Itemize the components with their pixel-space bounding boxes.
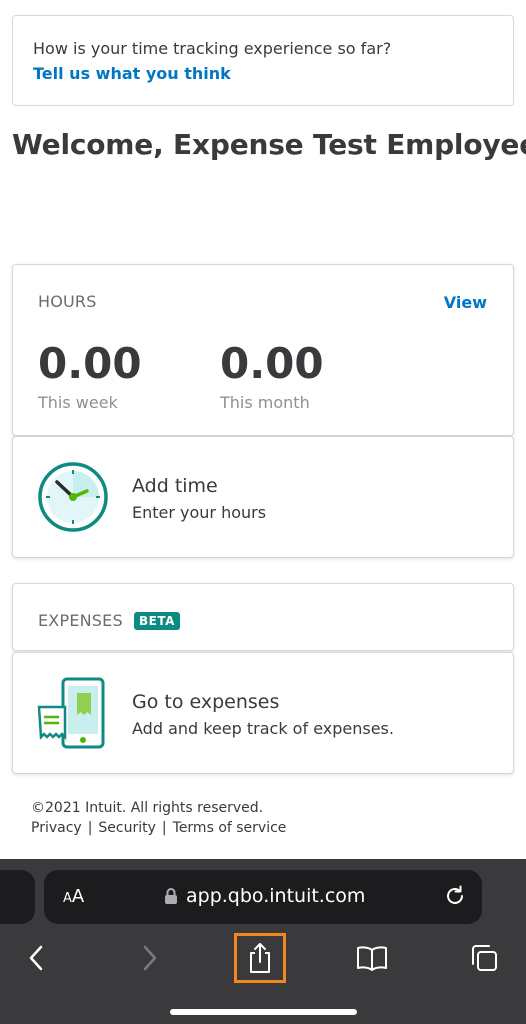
- beta-badge: BETA: [134, 612, 180, 630]
- share-icon: [250, 943, 270, 973]
- book-icon: [357, 946, 387, 971]
- lock-icon: [165, 888, 177, 904]
- go-to-expenses-card[interactable]: Go to expenses Add and keep track of exp…: [12, 652, 514, 774]
- expenses-title: Go to expenses: [132, 691, 280, 713]
- footer-links: Privacy | Security | Terms of service: [31, 818, 286, 838]
- feedback-question: How is your time tracking experience so …: [33, 39, 392, 58]
- week-hours-value: 0.00: [38, 339, 142, 388]
- home-indicator: [170, 1009, 357, 1015]
- expenses-subtitle: Add and keep track of expenses.: [132, 719, 394, 738]
- tabs-button[interactable]: [464, 933, 504, 983]
- browser-toolbar: AA app.qbo.intuit.com: [0, 859, 526, 1024]
- terms-link[interactable]: Terms of service: [173, 820, 287, 836]
- address-bar[interactable]: AA app.qbo.intuit.com: [44, 870, 482, 924]
- tabs-icon: [472, 945, 497, 971]
- footer: ©2021 Intuit. All rights reserved. Priva…: [31, 798, 286, 838]
- page-title: Welcome, Expense Test Employee: [12, 128, 526, 161]
- reload-icon[interactable]: [443, 884, 467, 908]
- add-time-card[interactable]: Add time Enter your hours: [12, 436, 514, 558]
- clock-icon: [38, 462, 108, 532]
- chevron-right-icon: [143, 945, 157, 971]
- security-link[interactable]: Security: [98, 820, 156, 836]
- month-hours-stat: 0.00 This month: [220, 339, 324, 412]
- feedback-link[interactable]: Tell us what you think: [33, 63, 231, 85]
- copyright-text: ©2021 Intuit. All rights reserved.: [31, 800, 264, 816]
- month-hours-value: 0.00: [220, 339, 324, 388]
- aa-small: A: [63, 891, 72, 906]
- week-hours-stat: 0.00 This week: [38, 339, 142, 412]
- receipt-phone-icon: [37, 677, 105, 749]
- hours-card: HOURS View 0.00 This week 0.00 This mont…: [12, 264, 514, 436]
- forward-button[interactable]: [132, 933, 168, 983]
- chevron-left-icon: [29, 945, 43, 971]
- privacy-link[interactable]: Privacy: [31, 820, 82, 836]
- back-button[interactable]: [18, 933, 54, 983]
- week-hours-caption: This week: [38, 393, 118, 412]
- month-hours-caption: This month: [220, 393, 310, 412]
- feedback-banner: How is your time tracking experience so …: [12, 15, 514, 106]
- url-text: app.qbo.intuit.com: [186, 885, 366, 907]
- add-time-title: Add time: [132, 475, 218, 497]
- view-hours-link[interactable]: View: [444, 293, 487, 312]
- footer-separator: |: [87, 820, 93, 836]
- bookmarks-button[interactable]: [352, 933, 392, 983]
- expenses-header-card: EXPENSES BETA: [12, 583, 514, 651]
- footer-separator: |: [161, 820, 167, 836]
- url-display[interactable]: app.qbo.intuit.com: [164, 885, 365, 907]
- expenses-label: EXPENSES: [38, 611, 123, 630]
- add-time-subtitle: Enter your hours: [132, 503, 267, 522]
- previous-tab-preview[interactable]: [0, 870, 35, 924]
- hours-label: HOURS: [38, 292, 97, 311]
- aa-large: A: [71, 886, 85, 907]
- share-button[interactable]: [234, 933, 286, 983]
- reader-settings-button[interactable]: AA: [63, 886, 84, 907]
